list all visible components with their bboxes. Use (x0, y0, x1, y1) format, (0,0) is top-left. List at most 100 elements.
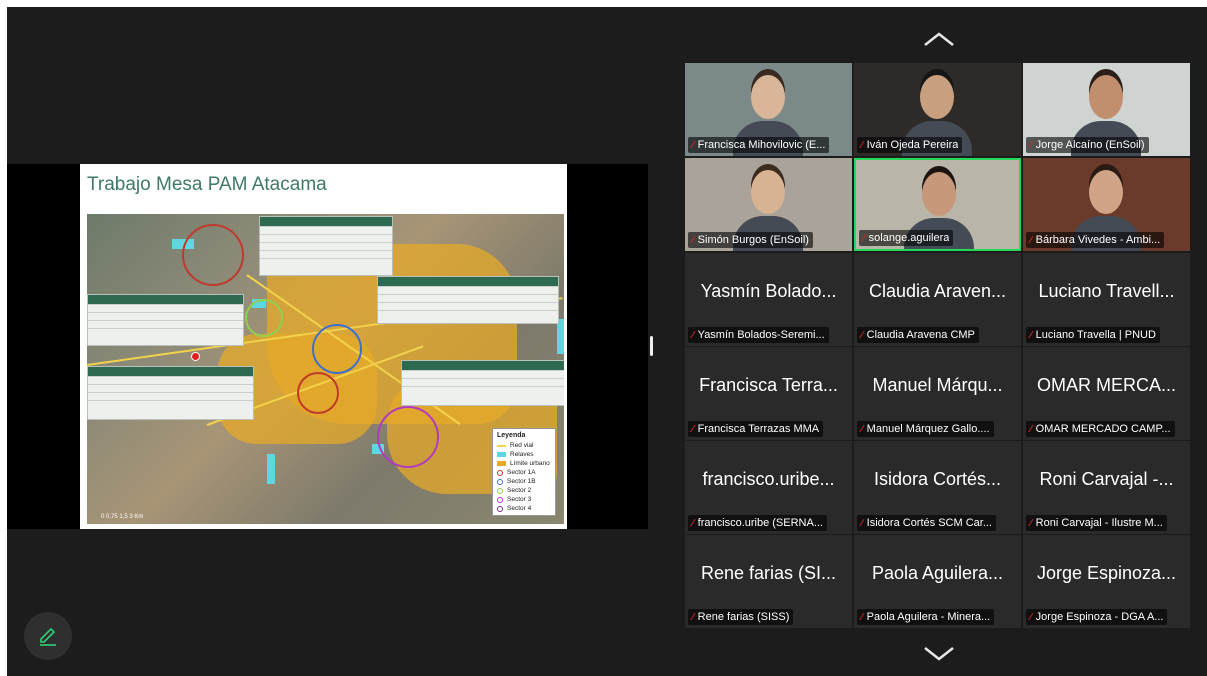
participant-name: Claudia Aravena CMP (866, 329, 975, 341)
map-scale: 0 0,75 1,5 3 Km (101, 514, 144, 520)
participant-tile[interactable]: ∕ Simón Burgos (EnSoil) (685, 158, 852, 251)
participant-nameplate: ∕ Francisca Terrazas MMA (688, 421, 824, 437)
participant-nameplate: ∕ Yasmín Bolados-Seremi... (688, 327, 829, 343)
person-head (920, 75, 954, 119)
mic-muted-icon: ∕ (692, 517, 694, 529)
participant-name: Jorge Alcaíno (EnSoil) (1035, 139, 1145, 151)
participant-nameplate: ∕ Rene farias (SISS) (688, 609, 794, 625)
sector-4-circle (297, 372, 339, 414)
shared-screen: Trabajo Mesa PAM Atacama Leyenda Red via… (7, 164, 648, 529)
participant-display-name: OMAR MERCA... (1036, 375, 1176, 395)
mic-muted-icon: ∕ (861, 423, 863, 435)
split-resize-handle[interactable] (650, 336, 653, 356)
participant-nameplate: ∕ Jorge Alcaíno (EnSoil) (1026, 137, 1149, 153)
table-sector-2 (87, 294, 244, 346)
participant-tile[interactable]: ∕ Francisca Mihovilovic (E... (685, 63, 852, 156)
gallery-scroll-down-button[interactable] (921, 644, 957, 664)
participant-tile[interactable]: Luciano Travell... ∕ Luciano Travella | PN… (1023, 253, 1190, 346)
annotate-button[interactable] (24, 612, 72, 660)
participant-nameplate: ∕ francisco.uribe (SERNA... (688, 515, 827, 531)
participant-nameplate: ∕ Roni Carvajal - Ilustre M... (1026, 515, 1167, 531)
participant-tile[interactable]: Claudia Araven... ∕ Claudia Aravena CMP (854, 253, 1021, 346)
legend-label: Sector 4 (507, 505, 532, 512)
legend-label: Sector 1A (507, 469, 536, 476)
gallery-scroll-up-button[interactable] (921, 29, 957, 49)
participant-display-name: Francisca Terra... (699, 375, 838, 395)
participant-tile[interactable]: francisco.uribe... ∕ francisco.uribe (SERN… (685, 441, 852, 534)
participant-tile[interactable]: ∕ solange.aguilera (854, 158, 1021, 251)
mic-muted-icon: ∕ (692, 139, 694, 151)
table-sector-1b (377, 276, 559, 324)
participant-name: Bárbara Vivedes - Ambi... (1035, 234, 1161, 246)
participant-name: Iván Ojeda Pereira (866, 139, 959, 151)
participant-tile[interactable]: Yasmín Bolado... ∕ Yasmín Bolados-Seremi..… (685, 253, 852, 346)
participant-nameplate: ∕ Iván Ojeda Pereira (857, 137, 963, 153)
mic-muted-icon: ∕ (1030, 329, 1032, 341)
participant-name: francisco.uribe (SERNA... (697, 517, 823, 529)
participant-name: OMAR MERCADO CAMP... (1035, 423, 1171, 435)
participant-nameplate: ∕ Francisca Mihovilovic (E... (688, 137, 830, 153)
chevron-down-icon (924, 647, 954, 661)
participant-nameplate: ∕ Manuel Márquez Gallo.... (857, 421, 994, 437)
participant-name: Jorge Espinoza - DGA A... (1035, 611, 1164, 623)
person-head (922, 172, 956, 216)
participant-name: Paola Aguilera - Minera... (866, 611, 991, 623)
presentation-slide: Trabajo Mesa PAM Atacama Leyenda Red via… (80, 164, 567, 529)
legend-label: Límite urbano (510, 460, 550, 467)
participant-name: Francisca Terrazas MMA (697, 423, 820, 435)
participant-tile[interactable]: Isidora Cortés... ∕ Isidora Cortés SCM Car… (854, 441, 1021, 534)
table-sector-4 (401, 360, 564, 406)
participant-name: Isidora Cortés SCM Car... (866, 517, 992, 529)
participant-tile[interactable]: ∕ Jorge Alcaíno (EnSoil) (1023, 63, 1190, 156)
legend-label: Relaves (510, 451, 534, 458)
participant-tile[interactable]: Jorge Espinoza... ∕ Jorge Espinoza - DGA A… (1023, 535, 1190, 628)
mic-muted-icon: ∕ (1030, 139, 1032, 151)
participant-display-name: Claudia Araven... (868, 281, 1007, 301)
legend-label: Red vial (510, 442, 534, 449)
legend-label: Sector 1B (507, 478, 536, 485)
participant-display-name: Rene farias (SI... (700, 563, 837, 583)
participant-display-name: Yasmín Bolado... (700, 281, 837, 301)
person-head (751, 170, 785, 214)
participant-nameplate: ∕ Paola Aguilera - Minera... (857, 609, 995, 625)
person-head (1089, 170, 1123, 214)
meeting-window: Trabajo Mesa PAM Atacama Leyenda Red via… (7, 7, 1207, 676)
participant-tile[interactable]: Roni Carvajal -... ∕ Roni Carvajal - Ilust… (1023, 441, 1190, 534)
mic-muted-icon: ∕ (1030, 234, 1032, 246)
pencil-icon (40, 627, 56, 646)
participant-display-name: Jorge Espinoza... (1036, 563, 1177, 583)
legend-title: Leyenda (497, 432, 526, 439)
slide-title: Trabajo Mesa PAM Atacama (87, 174, 327, 195)
participant-name: Roni Carvajal - Ilustre M... (1035, 517, 1163, 529)
mic-muted-icon: ∕ (692, 329, 694, 341)
mic-muted-icon: ∕ (692, 423, 694, 435)
mic-muted-icon: ∕ (861, 517, 863, 529)
participant-display-name: Isidora Cortés... (873, 469, 1002, 489)
participant-tile[interactable]: Francisca Terra... ∕ Francisca Terrazas MM… (685, 347, 852, 440)
participant-tile[interactable]: ∕ Bárbara Vivedes - Ambi... (1023, 158, 1190, 251)
participant-nameplate: ∕ Claudia Aravena CMP (857, 327, 979, 343)
participant-tile[interactable]: Paola Aguilera... ∕ Paola Aguilera - Miner… (854, 535, 1021, 628)
participant-tile[interactable]: Rene farias (SI... ∕ Rene farias (SISS) (685, 535, 852, 628)
mic-muted-icon: ∕ (861, 611, 863, 623)
participant-display-name: Manuel Márqu... (872, 375, 1003, 395)
legend-label: Sector 2 (507, 487, 532, 494)
participant-display-name: Roni Carvajal -... (1039, 469, 1174, 489)
sector-1a-circle (182, 224, 244, 286)
participant-tile[interactable]: OMAR MERCA... ∕ OMAR MERCADO CAMP... (1023, 347, 1190, 440)
person-head (751, 75, 785, 119)
participant-nameplate: ∕ Bárbara Vivedes - Ambi... (1026, 232, 1165, 248)
mic-muted-icon: ∕ (861, 139, 863, 151)
person-head (1089, 75, 1123, 119)
table-sector-3 (87, 366, 254, 420)
participant-name: Francisca Mihovilovic (E... (697, 139, 826, 151)
participant-tile[interactable]: ∕ Iván Ojeda Pereira (854, 63, 1021, 156)
mic-muted-icon: ∕ (1030, 423, 1032, 435)
participant-name: Yasmín Bolados-Seremi... (697, 329, 825, 341)
sector-2-circle (245, 299, 283, 337)
mic-muted-icon: ∕ (692, 611, 694, 623)
participant-name: Luciano Travella | PNUD (1035, 329, 1156, 341)
participant-tile[interactable]: Manuel Márqu... ∕ Manuel Márquez Gallo.... (854, 347, 1021, 440)
participant-nameplate: ∕ Simón Burgos (EnSoil) (688, 232, 813, 248)
participant-name: Rene farias (SISS) (697, 611, 790, 623)
